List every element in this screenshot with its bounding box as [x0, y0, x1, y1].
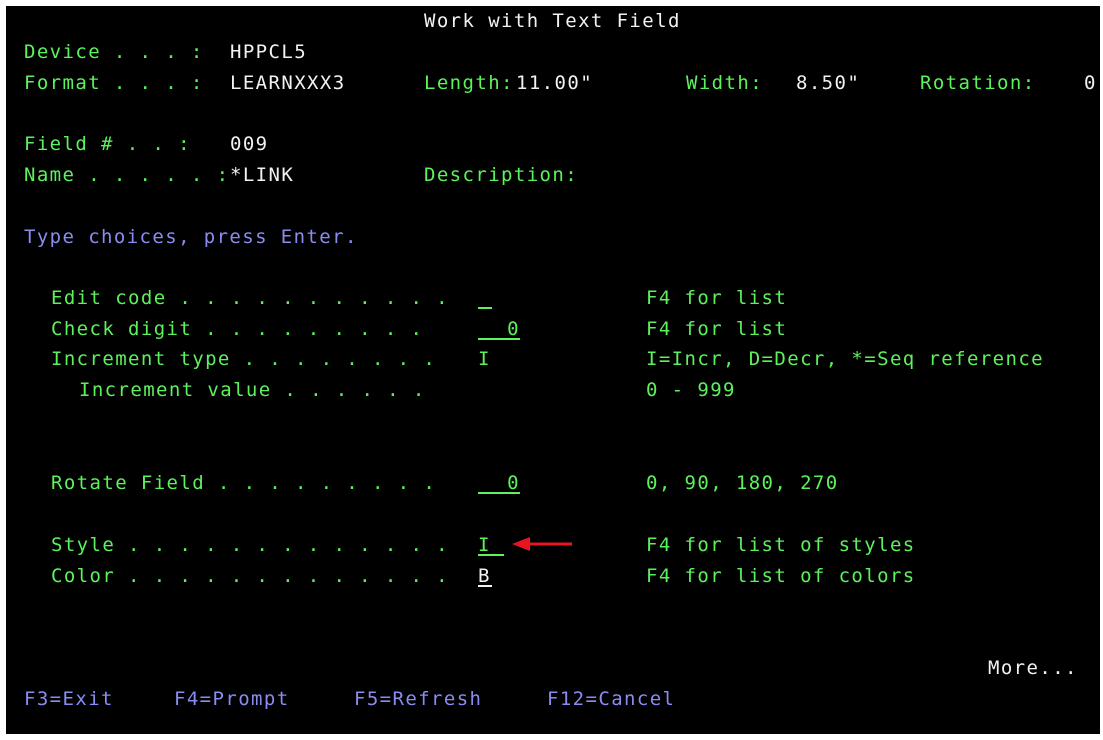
terminal-screen: Work with Text Field Device . . . : HPPC… — [6, 6, 1100, 734]
color-hint: F4 for list of colors — [646, 565, 916, 587]
increment-type-hint: I=Incr, D=Decr, *=Seq reference — [646, 348, 1045, 370]
f5-refresh-key[interactable]: F5=Refresh — [354, 688, 482, 710]
increment-value-label: Increment value . . . . . . — [79, 379, 426, 401]
increment-type-input[interactable]: I — [478, 348, 491, 370]
width-label: Width: — [686, 72, 764, 94]
color-label: Color . . . . . . . . . . . . . — [51, 565, 450, 587]
length-label: Length: — [424, 72, 514, 94]
increment-value-hint: 0 - 999 — [646, 379, 736, 401]
edit-code-input[interactable]: _ — [478, 287, 492, 309]
style-hint: F4 for list of styles — [646, 534, 916, 556]
width-value: 8.50" — [796, 72, 861, 94]
field-number-value: 009 — [230, 133, 269, 155]
check-digit-label: Check digit . . . . . . . . . — [51, 318, 424, 340]
increment-type-label: Increment type . . . . . . . . — [51, 348, 437, 370]
format-label: Format . . . : — [24, 72, 204, 94]
rotate-field-hint: 0, 90, 180, 270 — [646, 472, 839, 494]
check-digit-hint: F4 for list — [646, 318, 788, 340]
style-input[interactable]: I — [478, 534, 504, 556]
name-value: *LINK — [230, 164, 295, 186]
rotate-field-input[interactable]: 0 — [478, 472, 520, 494]
check-digit-input[interactable]: 0 — [478, 318, 520, 340]
f4-prompt-key[interactable]: F4=Prompt — [174, 688, 290, 710]
field-number-label: Field # . . : — [24, 133, 191, 155]
rotation-label: Rotation: — [920, 72, 1036, 94]
device-value: HPPCL5 — [230, 41, 308, 63]
length-value: 11.00" — [516, 72, 594, 94]
rotation-value: 0 — [1084, 72, 1097, 94]
instructions-text: Type choices, press Enter. — [24, 226, 358, 248]
color-input[interactable]: B — [478, 565, 492, 587]
edit-code-hint: F4 for list — [646, 287, 788, 309]
more-indicator: More... — [988, 657, 1078, 679]
screen-title: Work with Text Field — [424, 10, 681, 32]
red-arrow-icon — [512, 537, 572, 551]
device-label: Device . . . : — [24, 41, 204, 63]
description-label: Description: — [424, 164, 579, 186]
format-value: LEARNXXX3 — [230, 72, 346, 94]
f3-exit-key[interactable]: F3=Exit — [24, 688, 114, 710]
edit-code-label: Edit code . . . . . . . . . . . — [51, 287, 450, 309]
rotate-field-label: Rotate Field . . . . . . . . . — [51, 472, 437, 494]
style-label: Style . . . . . . . . . . . . . — [51, 534, 450, 556]
f12-cancel-key[interactable]: F12=Cancel — [547, 688, 675, 710]
name-label: Name . . . . . : — [24, 164, 230, 186]
